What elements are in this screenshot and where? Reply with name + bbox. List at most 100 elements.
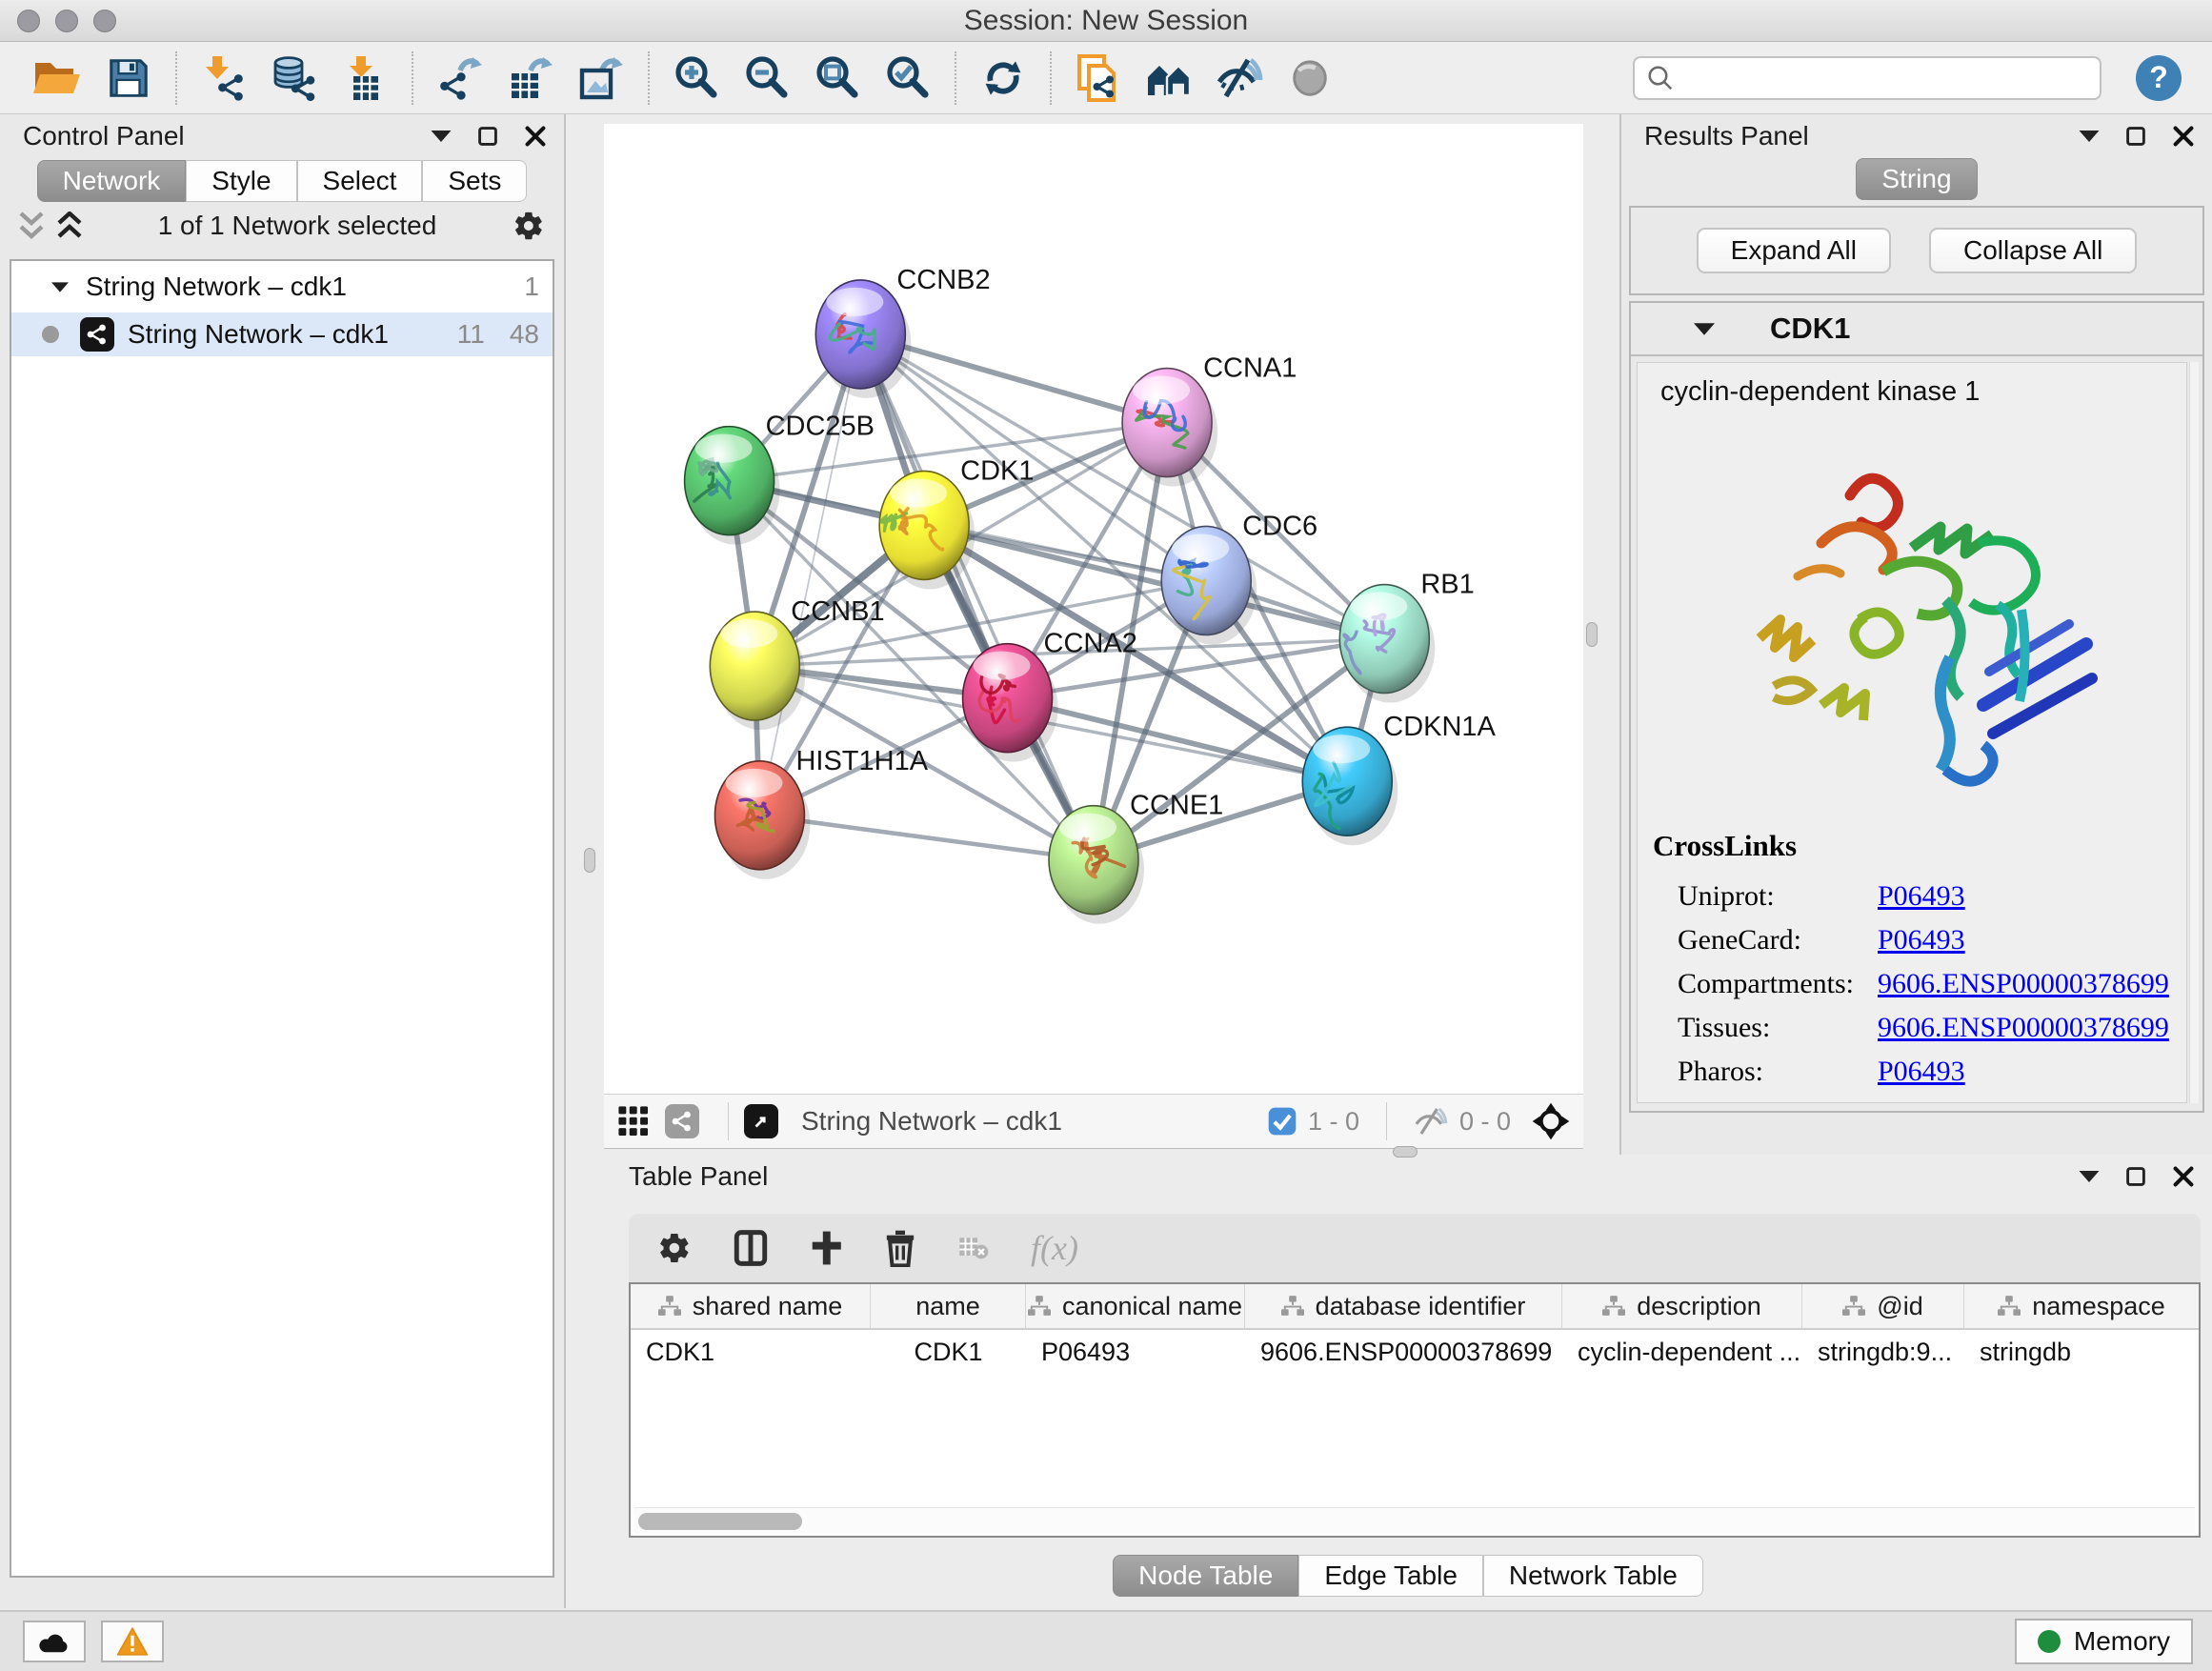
panel-collapse-icon[interactable]	[2079, 131, 2100, 142]
selected-count: 1 - 0	[1308, 1107, 1359, 1137]
panel-close-icon[interactable]	[2172, 1165, 2195, 1188]
import-table-button[interactable]	[330, 48, 400, 109]
tab-style[interactable]: Style	[186, 160, 296, 202]
show-columns-icon[interactable]	[734, 1229, 768, 1267]
cell-namespace[interactable]: stringdb	[1964, 1330, 2199, 1374]
tab-network-table[interactable]: Network Table	[1483, 1555, 1703, 1597]
table-settings-gear-icon[interactable]	[657, 1231, 692, 1265]
collapse-all-button[interactable]: Collapse All	[1929, 228, 2137, 273]
export-network-button[interactable]	[425, 48, 495, 109]
tab-select[interactable]: Select	[297, 160, 423, 202]
cell-database-identifier[interactable]: 9606.ENSP00000378699	[1245, 1330, 1562, 1374]
duplicate-network-button[interactable]	[1063, 48, 1134, 109]
network-collection-row[interactable]: String Network – cdk1 1	[11, 265, 553, 309]
cell-shared-name[interactable]: CDK1	[631, 1330, 871, 1374]
save-session-button[interactable]	[93, 48, 164, 109]
column-header[interactable]: name	[871, 1284, 1026, 1330]
crosslink-row: GeneCard: P06493	[1653, 918, 2186, 962]
cloud-status-button[interactable]	[23, 1621, 86, 1662]
crosslink-link[interactable]: 9606.ENSP00000378699	[1878, 1012, 2186, 1044]
splitter-handle[interactable]	[584, 848, 595, 873]
column-header[interactable]: canonical name	[1026, 1284, 1245, 1330]
crosslink-link[interactable]: P06493	[1878, 924, 2186, 956]
fit-content-crosshair-icon[interactable]	[1532, 1102, 1570, 1140]
import-network-from-database-button[interactable]	[259, 48, 330, 109]
panel-float-icon[interactable]	[476, 125, 499, 148]
import-network-button[interactable]	[189, 48, 259, 109]
expand-all-icon[interactable]	[19, 211, 44, 240]
panel-float-icon[interactable]	[2124, 1165, 2147, 1188]
create-column-plus-icon[interactable]	[810, 1230, 842, 1266]
zoom-out-button[interactable]	[732, 48, 802, 109]
warnings-button[interactable]	[101, 1621, 164, 1662]
network-node-RB1[interactable]: RB1	[1339, 570, 1474, 703]
scrollbar-thumb[interactable]	[638, 1513, 802, 1530]
network-node-HIST1H1A[interactable]: HIST1H1A	[714, 746, 928, 879]
network-node-CDC6[interactable]: CDC6	[1161, 511, 1317, 644]
network-birdseye-icon[interactable]	[665, 1104, 699, 1138]
crosslink-link[interactable]: 9606.ENSP00000378699	[1878, 968, 2186, 1000]
zoom-fit-button[interactable]	[802, 48, 873, 109]
grid-view-icon[interactable]	[617, 1105, 650, 1137]
open-in-browser-icon[interactable]	[744, 1104, 778, 1138]
cell-name[interactable]: CDK1	[871, 1330, 1026, 1374]
disclosure-triangle-icon[interactable]	[51, 282, 69, 292]
panel-collapse-icon[interactable]	[431, 131, 452, 142]
export-image-button[interactable]	[566, 48, 636, 109]
column-header[interactable]: @id	[1802, 1284, 1964, 1330]
app-statusbar: Memory	[0, 1610, 2212, 1671]
crosslink-link[interactable]: P06493	[1878, 880, 2186, 913]
tab-node-table[interactable]: Node Table	[1113, 1555, 1298, 1597]
panel-collapse-icon[interactable]	[2079, 1171, 2100, 1182]
warning-triangle-icon	[116, 1626, 149, 1657]
network-node-CCNB2[interactable]: CCNB2	[815, 265, 990, 398]
selected-nodes-checkbox-icon[interactable]	[1268, 1107, 1297, 1136]
crosslink-link[interactable]: P06493	[1878, 1056, 2186, 1088]
splitter-handle[interactable]	[1586, 622, 1598, 647]
toolbar-search[interactable]	[1633, 56, 2101, 100]
tab-sets[interactable]: Sets	[422, 160, 527, 202]
column-header[interactable]: namespace	[1964, 1284, 2199, 1330]
column-header[interactable]: description	[1562, 1284, 1802, 1330]
table-horizontal-scrollbar[interactable]	[634, 1507, 2195, 1534]
export-table-button[interactable]	[495, 48, 566, 109]
results-scrollbar[interactable]	[2189, 362, 2199, 1103]
tab-edge-table[interactable]: Edge Table	[1298, 1555, 1483, 1597]
column-header[interactable]: shared name	[631, 1284, 871, 1330]
network-node-CDC25B[interactable]: CDC25B	[685, 412, 875, 545]
open-session-button[interactable]	[23, 48, 93, 109]
hide-selected-button[interactable]	[1204, 48, 1275, 109]
panel-close-icon[interactable]	[524, 125, 547, 148]
show-all-button[interactable]	[1275, 48, 1345, 109]
memory-button[interactable]: Memory	[2015, 1619, 2193, 1664]
expand-all-button[interactable]: Expand All	[1697, 228, 1891, 273]
network-edge[interactable]	[759, 334, 860, 815]
tab-string[interactable]: String	[1856, 158, 1977, 200]
panel-close-icon[interactable]	[2172, 125, 2195, 148]
network-canvas[interactable]: CCNB2CCNA1CDC25BCDK1CDC6RB1CCNB1CCNA2CDK…	[604, 124, 1583, 1094]
first-neighbors-button[interactable]	[1134, 48, 1204, 109]
cell-description[interactable]: cyclin-dependent ...	[1562, 1330, 1802, 1374]
column-header[interactable]: database identifier	[1245, 1284, 1562, 1330]
network-row[interactable]: String Network – cdk1 11 48	[11, 312, 553, 356]
search-input[interactable]	[1684, 63, 2088, 92]
network-edge[interactable]	[860, 334, 1094, 860]
panel-float-icon[interactable]	[2124, 125, 2147, 148]
table-row[interactable]: CDK1 CDK1 P06493 9606.ENSP00000378699 cy…	[631, 1330, 2199, 1374]
network-node-CCNE1[interactable]: CCNE1	[1049, 791, 1223, 924]
cell-id[interactable]: stringdb:9...	[1802, 1330, 1964, 1374]
tab-network[interactable]: Network	[37, 160, 187, 202]
zoom-selected-button[interactable]	[873, 48, 943, 109]
network-node-CDK1[interactable]: CDK1	[879, 455, 1034, 589]
apply-style-button[interactable]	[968, 48, 1038, 109]
protein-card-header[interactable]: CDK1	[1631, 303, 2202, 356]
collapse-all-icon[interactable]	[57, 211, 82, 240]
gear-icon[interactable]	[513, 210, 545, 242]
network-node-CDKN1A[interactable]: CDKN1A	[1302, 712, 1496, 845]
disclosure-triangle-icon[interactable]	[1694, 323, 1715, 335]
help-button[interactable]: ?	[2136, 55, 2182, 101]
zoom-in-button[interactable]	[661, 48, 732, 109]
delete-column-trash-icon[interactable]	[884, 1229, 916, 1267]
cell-canonical-name[interactable]: P06493	[1026, 1330, 1245, 1374]
network-graph[interactable]: CCNB2CCNA1CDC25BCDK1CDC6RB1CCNB1CCNA2CDK…	[604, 124, 1583, 1094]
